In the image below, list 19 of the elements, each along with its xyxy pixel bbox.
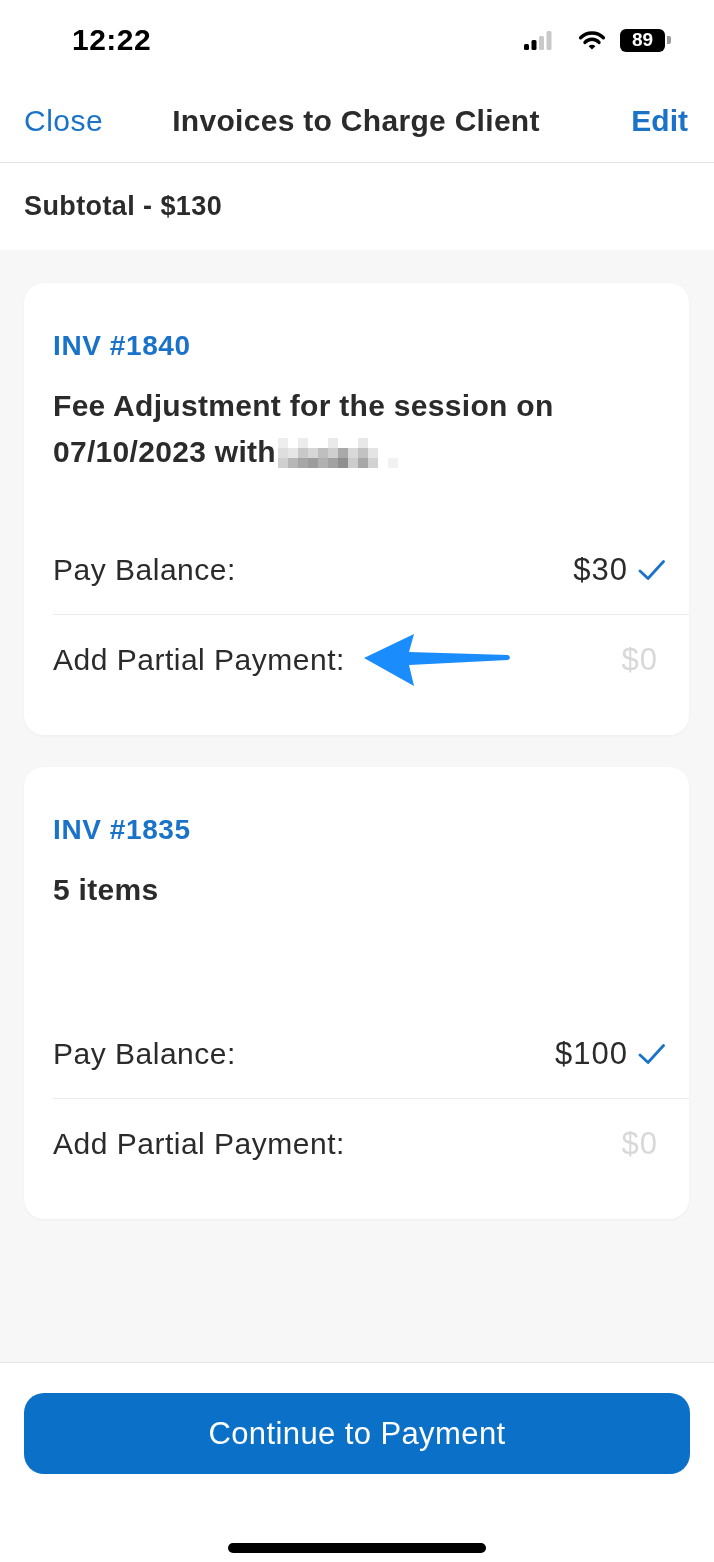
invoice-number-link[interactable]: INV #1835: [53, 813, 191, 847]
subtotal-label: Subtotal - $130: [24, 191, 223, 222]
invoice-number-link[interactable]: INV #1840: [53, 329, 191, 363]
invoice-description: Fee Adjustment for the session on 07/10/2023 with: [53, 389, 554, 468]
balance-amount: $100: [555, 1035, 628, 1072]
close-button[interactable]: Close: [24, 104, 104, 138]
pay-balance-label: Pay Balance:: [53, 552, 236, 587]
balance-amount: $30: [573, 551, 628, 588]
continue-button[interactable]: Continue to Payment: [24, 1393, 690, 1474]
invoice-description: 5 items: [53, 873, 159, 906]
screen-title: Invoices to Charge Client: [172, 104, 540, 138]
status-time: 12:22: [72, 23, 152, 57]
partial-payment-label: Add Partial Payment:: [53, 1127, 345, 1161]
partial-payment-label: Add Partial Payment:: [53, 643, 345, 677]
pay-balance-label: Pay Balance:: [53, 1036, 236, 1071]
signal-icon: [524, 30, 552, 50]
battery-indicator: 89: [620, 28, 671, 52]
edit-button[interactable]: Edit: [631, 104, 688, 138]
wifi-icon: [578, 30, 606, 50]
